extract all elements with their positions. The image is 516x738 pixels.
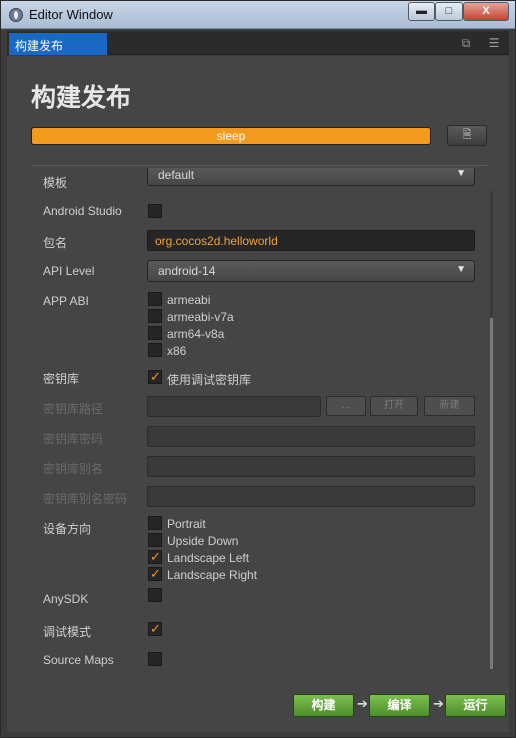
template-value: default xyxy=(158,168,195,182)
use-debug-keystore-label: 使用调试密钥库 xyxy=(167,373,252,387)
window-title: Editor Window xyxy=(29,7,113,22)
package-name-input[interactable]: org.cocos2d.helloworld xyxy=(147,230,475,251)
restore-icon[interactable]: ⧉ xyxy=(459,36,473,50)
title-bar[interactable]: Editor Window ▬ □ X xyxy=(1,1,515,29)
build-progress-bar: sleep xyxy=(31,127,431,145)
keystore-label: 密钥库 xyxy=(43,372,80,386)
orientation-portrait-checkbox[interactable] xyxy=(148,516,162,530)
page-title: 构建发布 xyxy=(31,84,132,112)
tab-bar: 构建发布 ⧉ ☰ xyxy=(7,31,509,55)
browse-button[interactable]: ... xyxy=(326,396,366,416)
template-select[interactable]: default ▼ xyxy=(147,168,475,186)
keystore-path-input[interactable] xyxy=(147,396,321,417)
api-level-select[interactable]: android-14 ▼ xyxy=(147,260,475,282)
close-button[interactable]: X xyxy=(463,2,509,21)
divider xyxy=(31,165,487,166)
keystore-password-label: 密钥库密码 xyxy=(43,432,104,446)
run-button[interactable]: 运行 xyxy=(445,694,506,717)
scrollbar-thumb[interactable] xyxy=(490,318,493,669)
app-icon xyxy=(9,8,23,22)
android-studio-checkbox[interactable] xyxy=(148,204,162,218)
open-button[interactable]: 打开 xyxy=(370,396,418,416)
keystore-alias-password-label: 密钥库别名密码 xyxy=(43,492,128,506)
anysdk-checkbox[interactable] xyxy=(148,588,162,602)
arrow-right-icon: ➔ xyxy=(357,696,368,711)
debug-mode-checkbox[interactable] xyxy=(148,621,162,637)
orientation-portrait-label: Portrait xyxy=(167,517,206,531)
orientation-label: 设备方向 xyxy=(43,522,92,536)
build-button[interactable]: 构建 xyxy=(293,694,354,717)
keystore-path-label: 密钥库路径 xyxy=(43,402,104,416)
android-studio-label: Android Studio xyxy=(43,204,122,218)
template-label: 模板 xyxy=(43,176,68,190)
keystore-password-input[interactable] xyxy=(147,426,475,447)
abi-x86-label: x86 xyxy=(167,344,187,358)
abi-armeabi-label: armeabi xyxy=(167,293,211,307)
progress-label: sleep xyxy=(216,129,246,143)
keystore-alias-input[interactable] xyxy=(147,456,475,477)
abi-armeabi-v7a-label: armeabi-v7a xyxy=(167,310,234,324)
source-maps-checkbox[interactable] xyxy=(148,652,162,666)
use-debug-keystore-checkbox[interactable] xyxy=(148,369,162,385)
abi-x86-checkbox[interactable] xyxy=(148,343,162,357)
open-log-button[interactable]: 🗎 xyxy=(447,125,487,146)
abi-armeabi-v7a-checkbox[interactable] xyxy=(148,309,162,323)
settings-scroll-area[interactable]: 模板 default ▼ Android Studio 包名 org.cocos… xyxy=(31,168,493,678)
api-level-label: API Level xyxy=(43,264,95,278)
arrow-right-icon: ➔ xyxy=(433,696,444,711)
orientation-landscape-right-checkbox[interactable] xyxy=(148,566,162,582)
abi-armeabi-checkbox[interactable] xyxy=(148,292,162,306)
orientation-upside-down-label: Upside Down xyxy=(167,534,239,548)
orientation-landscape-left-checkbox[interactable] xyxy=(148,549,162,565)
orientation-landscape-left-label: Landscape Left xyxy=(167,551,250,565)
anysdk-label: AnySDK xyxy=(43,592,89,606)
debug-mode-label: 调试模式 xyxy=(43,625,92,639)
orientation-landscape-right-label: Landscape Right xyxy=(167,568,258,582)
chevron-down-icon: ▼ xyxy=(456,168,466,179)
source-maps-label: Source Maps xyxy=(43,653,114,667)
chevron-down-icon: ▼ xyxy=(456,264,466,275)
minimize-button[interactable]: ▬ xyxy=(408,2,435,21)
editor-window: Editor Window ▬ □ X 构建发布 ⧉ ☰ 构建发布 sleep … xyxy=(0,0,516,738)
abi-arm64-v8a-label: arm64-v8a xyxy=(167,327,225,341)
menu-icon[interactable]: ☰ xyxy=(487,36,501,50)
orientation-upside-down-checkbox[interactable] xyxy=(148,533,162,547)
maximize-button[interactable]: □ xyxy=(435,2,463,21)
abi-arm64-v8a-checkbox[interactable] xyxy=(148,326,162,340)
build-panel: 构建发布 sleep 🗎 模板 default ▼ Android Studio… xyxy=(7,56,509,732)
tab-build-publish[interactable]: 构建发布 xyxy=(9,33,107,55)
document-icon: 🗎 xyxy=(462,129,472,141)
new-button[interactable]: 新建 xyxy=(424,396,475,416)
app-abi-label: APP ABI xyxy=(43,294,89,308)
package-name-label: 包名 xyxy=(43,236,68,250)
compile-button[interactable]: 编译 xyxy=(369,694,430,717)
keystore-alias-label: 密钥库别名 xyxy=(43,462,104,476)
keystore-alias-password-input[interactable] xyxy=(147,486,475,507)
api-level-value: android-14 xyxy=(158,264,216,278)
